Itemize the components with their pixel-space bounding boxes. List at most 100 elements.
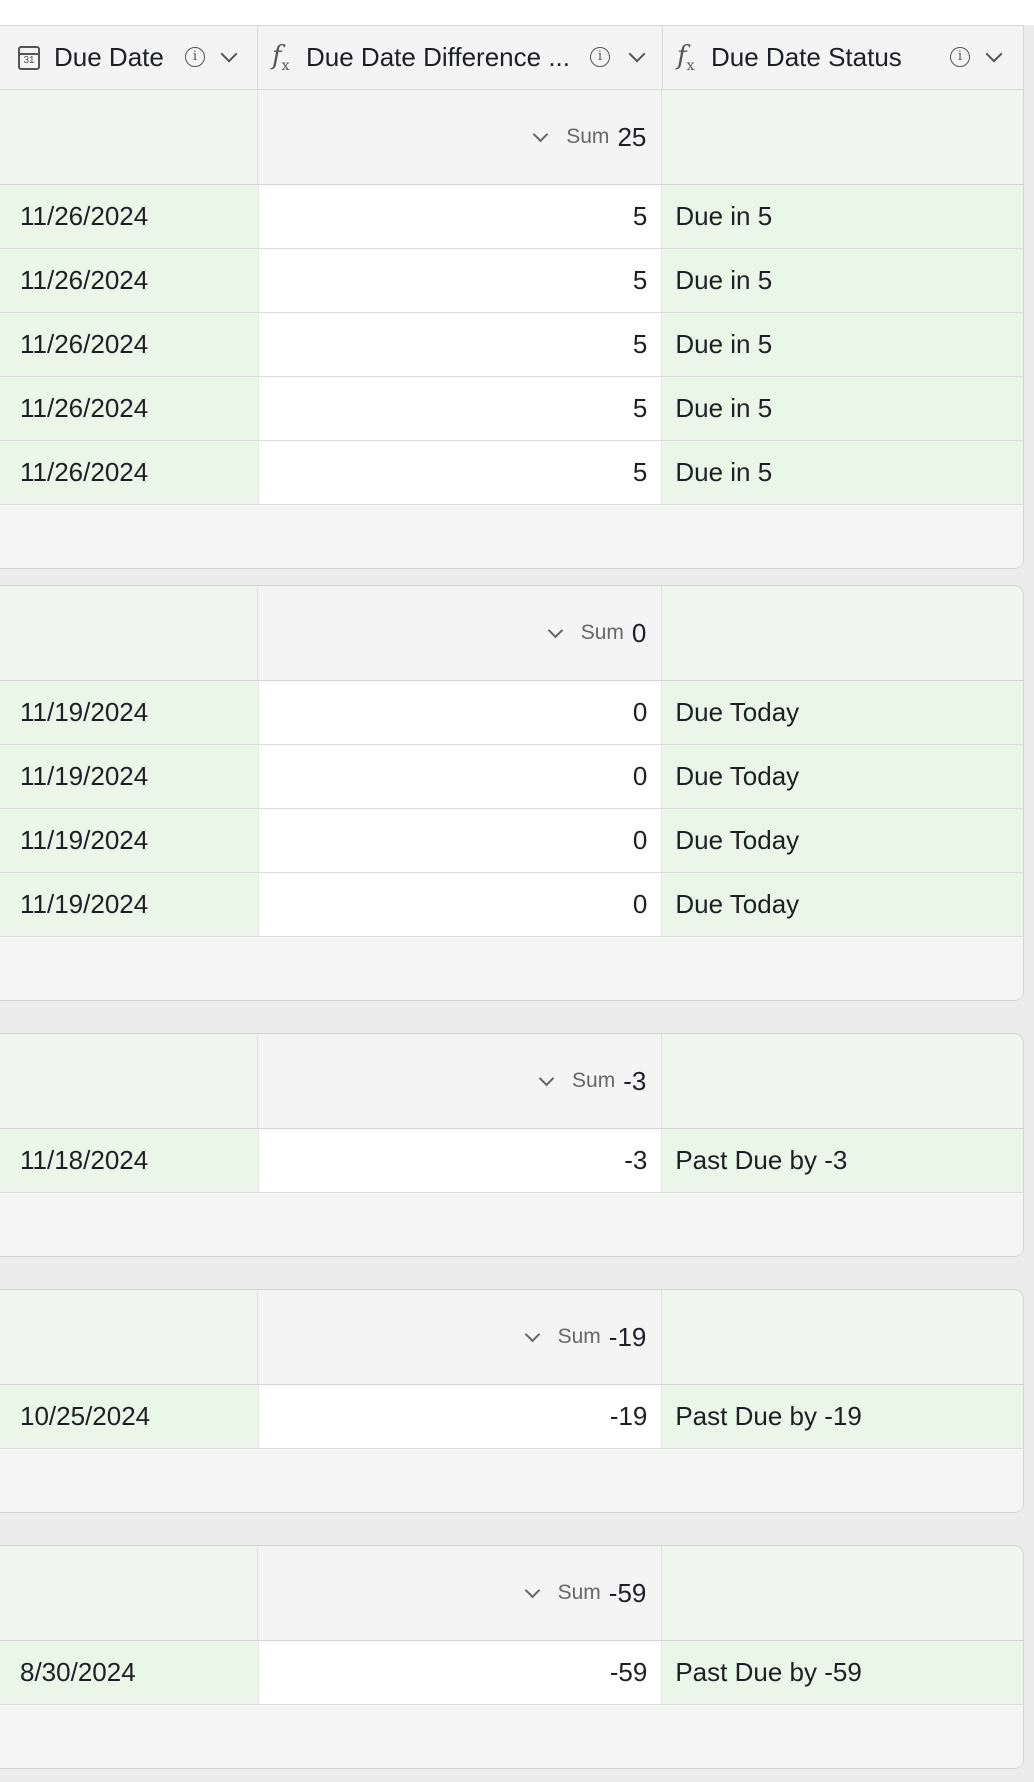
table-row[interactable]: 11/26/2024 5 Due in 5 — [0, 377, 1023, 441]
due-date-status-cell[interactable]: Due in 5 — [662, 185, 1023, 248]
group-summary[interactable]: Sum 25 — [257, 90, 663, 184]
due-date-difference-cell[interactable]: 0 — [257, 873, 663, 936]
due-date-cell[interactable]: 11/19/2024 — [0, 745, 258, 808]
due-date-difference-cell[interactable]: -59 — [257, 1641, 663, 1704]
record-group: Sum -59 8/30/2024 -59 Past Due by -59 — [0, 1545, 1024, 1769]
due-date-cell[interactable]: 11/18/2024 — [0, 1129, 258, 1192]
due-date-difference-cell[interactable]: 5 — [257, 441, 663, 504]
due-date-status-cell[interactable]: Past Due by -19 — [662, 1385, 1023, 1448]
table-row[interactable]: 11/19/2024 0 Due Today — [0, 809, 1023, 873]
sum-label: Sum — [557, 1581, 601, 1604]
group-header-cell — [0, 90, 258, 184]
group-summary[interactable]: Sum -3 — [257, 1034, 663, 1128]
table-row[interactable]: 11/19/2024 0 Due Today — [0, 745, 1023, 809]
group-footer — [0, 1193, 1023, 1256]
sum-value: -3 — [623, 1065, 647, 1096]
due-date-difference-cell[interactable]: 0 — [257, 745, 663, 808]
column-label-due-date-status: Due Date Status — [711, 42, 902, 72]
column-header-due-date[interactable]: 31 Due Date i — [0, 26, 258, 89]
due-date-difference-cell[interactable]: 0 — [257, 681, 663, 744]
chevron-down-icon[interactable] — [985, 45, 1003, 63]
table-row[interactable]: 10/25/2024 -19 Past Due by -19 — [0, 1385, 1023, 1449]
group-header: Sum -19 — [0, 1290, 1023, 1385]
group-header-cell — [0, 1546, 258, 1640]
table-row[interactable]: 11/19/2024 0 Due Today — [0, 681, 1023, 745]
due-date-status-cell[interactable]: Past Due by -3 — [662, 1129, 1023, 1192]
group-header: Sum -59 — [0, 1546, 1023, 1641]
due-date-cell[interactable]: 11/26/2024 — [0, 441, 258, 504]
sum-label: Sum — [580, 621, 624, 644]
group-header-cell — [662, 90, 1023, 184]
due-date-cell[interactable]: 10/25/2024 — [0, 1385, 258, 1448]
due-date-difference-cell[interactable]: -19 — [257, 1385, 663, 1448]
formula-icon: fx — [272, 40, 290, 75]
table-row[interactable]: 11/19/2024 0 Due Today — [0, 873, 1023, 937]
column-header-due-date-status[interactable]: fx Due Date Status i — [663, 26, 1024, 89]
column-header-due-date-difference[interactable]: fx Due Date Difference ... i — [258, 26, 663, 89]
info-icon[interactable]: i — [950, 47, 970, 67]
group-summary[interactable]: Sum 0 — [257, 586, 663, 680]
column-label-due-date-difference: Due Date Difference ... — [306, 42, 570, 72]
record-group: Sum 0 11/19/2024 0 Due Today 11/19/2024 0 Due T… — [0, 585, 1024, 1001]
sum-value: -19 — [608, 1321, 647, 1352]
info-icon[interactable]: i — [185, 47, 205, 67]
chevron-down-icon[interactable] — [547, 622, 563, 638]
sum-label: Sum — [566, 125, 610, 148]
due-date-difference-cell[interactable]: 5 — [257, 185, 663, 248]
due-date-difference-cell[interactable]: 5 — [257, 313, 663, 376]
info-icon[interactable]: i — [590, 47, 610, 67]
due-date-status-cell[interactable]: Due Today — [662, 809, 1023, 872]
record-group: Sum -3 11/18/2024 -3 Past Due by -3 — [0, 1033, 1024, 1257]
table-row[interactable]: 8/30/2024 -59 Past Due by -59 — [0, 1641, 1023, 1705]
record-group: Sum 25 11/26/2024 5 Due in 5 11/26/2024 5 Due i… — [0, 90, 1024, 569]
table-row[interactable]: 11/26/2024 5 Due in 5 — [0, 313, 1023, 377]
group-footer — [0, 1449, 1023, 1512]
chevron-down-icon[interactable] — [220, 45, 238, 63]
group-summary[interactable]: Sum -59 — [257, 1546, 663, 1640]
group-footer — [0, 937, 1023, 1000]
chevron-down-icon[interactable] — [538, 1070, 555, 1086]
due-date-status-cell[interactable]: Due in 5 — [662, 249, 1023, 312]
due-date-difference-cell[interactable]: 5 — [257, 249, 663, 312]
table-row[interactable]: 11/26/2024 5 Due in 5 — [0, 185, 1023, 249]
table-row[interactable]: 11/26/2024 5 Due in 5 — [0, 249, 1023, 313]
group-header-cell — [0, 586, 258, 680]
group-header-cell — [662, 586, 1023, 680]
calendar-icon-day: 31 — [23, 54, 35, 66]
sum-label: Sum — [572, 1069, 616, 1092]
due-date-status-cell[interactable]: Due Today — [662, 681, 1023, 744]
group-header: Sum -3 — [0, 1034, 1023, 1129]
due-date-status-cell[interactable]: Due Today — [662, 745, 1023, 808]
chevron-down-icon[interactable] — [524, 1326, 540, 1342]
due-date-cell[interactable]: 11/19/2024 — [0, 809, 258, 872]
sum-value: 25 — [617, 121, 647, 152]
table-row[interactable]: 11/18/2024 -3 Past Due by -3 — [0, 1129, 1023, 1193]
table-row[interactable]: 11/26/2024 5 Due in 5 — [0, 441, 1023, 505]
chevron-down-icon[interactable] — [524, 1582, 540, 1598]
column-label-due-date: Due Date — [54, 42, 164, 72]
due-date-difference-cell[interactable]: 0 — [257, 809, 663, 872]
group-summary[interactable]: Sum -19 — [257, 1290, 663, 1384]
due-date-cell[interactable]: 11/26/2024 — [0, 313, 258, 376]
chevron-down-icon[interactable] — [628, 45, 646, 63]
due-date-cell[interactable]: 8/30/2024 — [0, 1641, 258, 1704]
due-date-status-cell[interactable]: Past Due by -59 — [662, 1641, 1023, 1704]
due-date-cell[interactable]: 11/19/2024 — [0, 873, 258, 936]
group-header: Sum 0 — [0, 586, 1023, 681]
group-header: Sum 25 — [0, 90, 1023, 185]
due-date-status-cell[interactable]: Due in 5 — [662, 313, 1023, 376]
top-strip — [0, 0, 1034, 25]
chevron-down-icon[interactable] — [532, 126, 549, 142]
due-date-cell[interactable]: 11/26/2024 — [0, 377, 258, 440]
due-date-status-cell[interactable]: Due in 5 — [662, 377, 1023, 440]
due-date-difference-cell[interactable]: -3 — [257, 1129, 663, 1192]
column-header-row: 31 Due Date i fx Due Date Difference ...… — [0, 25, 1024, 90]
due-date-status-cell[interactable]: Due in 5 — [662, 441, 1023, 504]
sum-value: -59 — [608, 1577, 647, 1608]
due-date-status-cell[interactable]: Due Today — [662, 873, 1023, 936]
formula-icon: fx — [677, 40, 695, 75]
due-date-difference-cell[interactable]: 5 — [257, 377, 663, 440]
due-date-cell[interactable]: 11/26/2024 — [0, 185, 258, 248]
due-date-cell[interactable]: 11/26/2024 — [0, 249, 258, 312]
due-date-cell[interactable]: 11/19/2024 — [0, 681, 258, 744]
